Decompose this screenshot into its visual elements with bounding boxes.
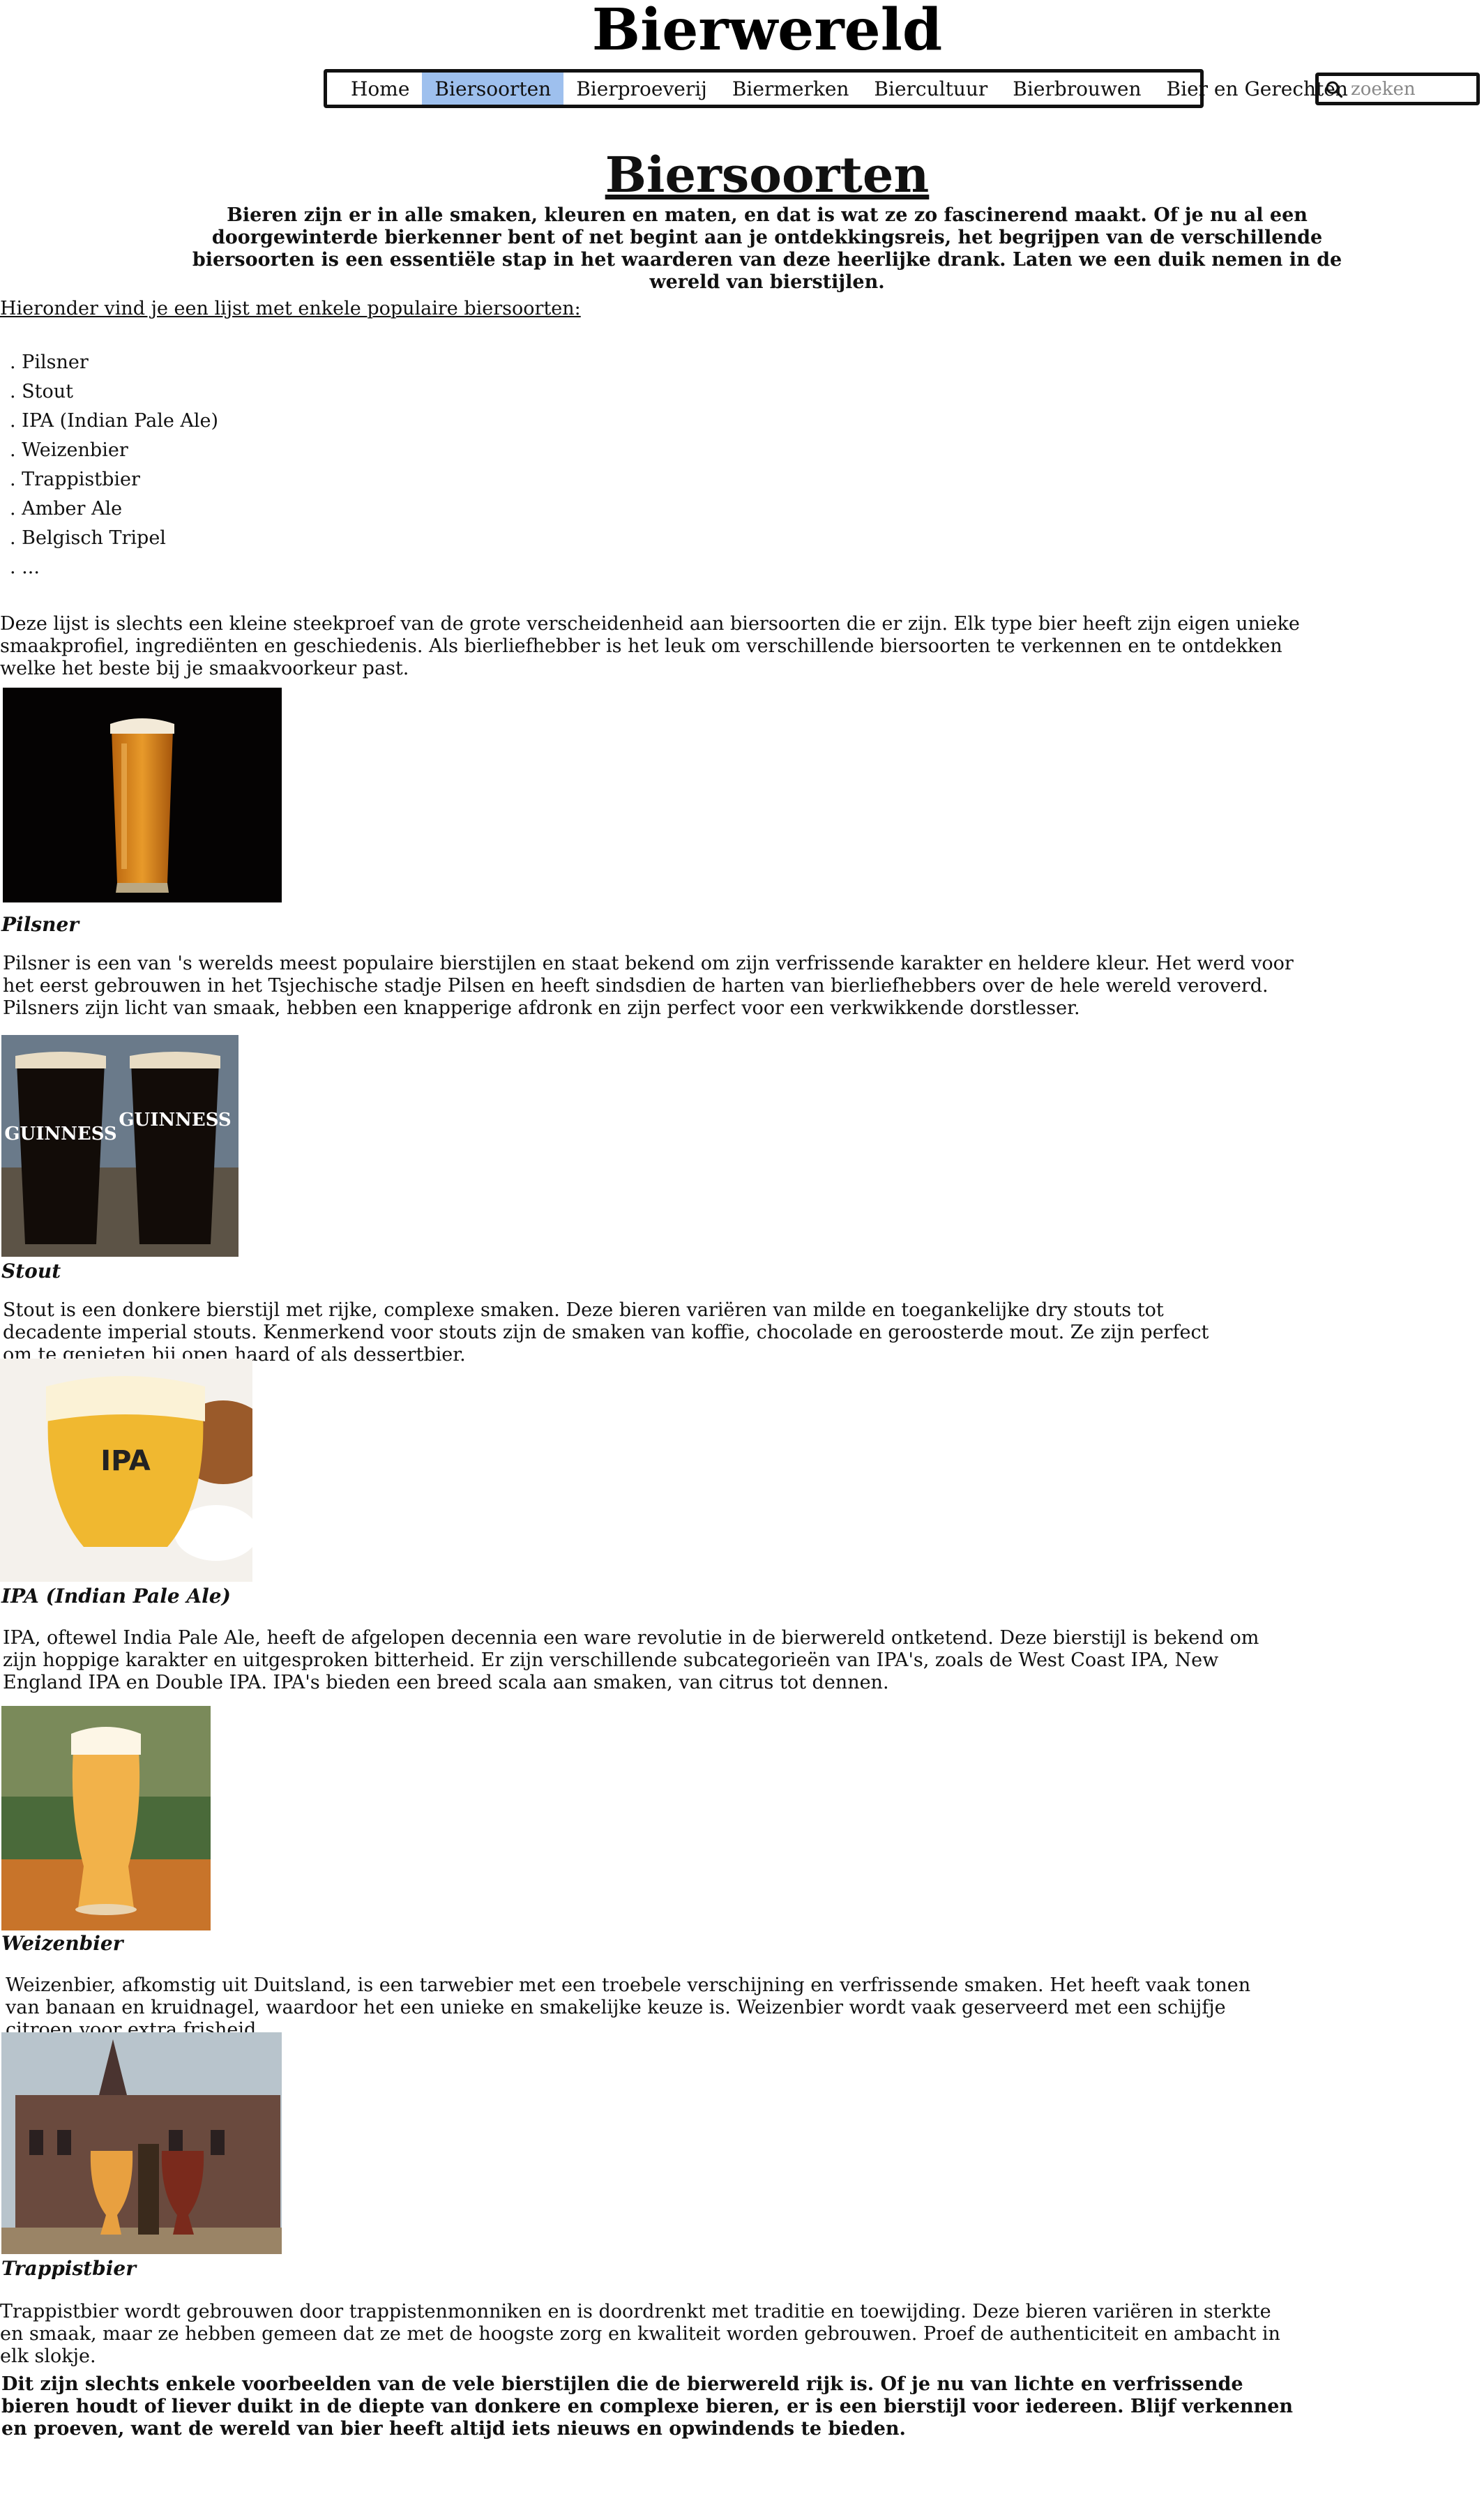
list-heading: Hieronder vind je een lijst met enkele p… [0, 298, 581, 319]
list-item: . Amber Ale [10, 498, 123, 520]
list-item: . Belgisch Tripel [10, 527, 166, 549]
search-input[interactable] [1349, 77, 1471, 100]
list-item: . Pilsner [10, 352, 89, 373]
search-box[interactable] [1315, 73, 1480, 105]
beer-name: Pilsner [1, 913, 80, 936]
beer-description: IPA, oftewel India Pale Ale, heeft de af… [3, 1627, 1259, 1693]
summary-text: Deze lijst is slechts een kleine steekpr… [0, 613, 1300, 679]
beer-description: Stout is een donkere bierstijl met rijke… [3, 1299, 1209, 1366]
list-item: . Trappistbier [10, 469, 140, 490]
svg-text:GUINNESS: GUINNESS [4, 1124, 116, 1144]
nav-item-biermerken[interactable]: Biermerken [720, 73, 862, 105]
beer-name: Trappistbier [1, 2257, 136, 2280]
nav-item-bierproeverij[interactable]: Bierproeverij [563, 73, 720, 105]
beer-description: Weizenbier, afkomstig uit Duitsland, is … [6, 1974, 1251, 2041]
pilsner-image [3, 688, 282, 902]
beer-description: Trappistbier wordt gebrouwen door trappi… [0, 2301, 1280, 2367]
nav-item-biercultuur[interactable]: Biercultuur [861, 73, 1000, 105]
ipa-image-label: IPA [100, 1445, 151, 1477]
stout-image: GUINNESS GUINNESS [1, 1035, 238, 1257]
list-item: . IPA (Indian Pale Ale) [10, 410, 219, 432]
closing-text: Dit zijn slechts enkele voorbeelden van … [1, 2373, 1294, 2440]
trappistbier-image [1, 2032, 282, 2254]
main-nav: Home Biersoorten Bierproeverij Biermerke… [324, 69, 1348, 108]
page-title: Biersoorten [605, 146, 930, 204]
beer-type-list: . Pilsner . Stout . IPA (Indian Pale Ale… [10, 348, 218, 582]
beer-name: IPA (Indian Pale Ale) [1, 1585, 231, 1608]
weizenbier-image [1, 1706, 211, 1930]
beer-name: Stout [1, 1260, 61, 1283]
beer-description: Pilsner is een van 's werelds meest popu… [3, 953, 1294, 1019]
nav-item-biersoorten[interactable]: Biersoorten [422, 73, 564, 105]
beer-name: Weizenbier [1, 1932, 123, 1955]
nav-item-bierbrouwen[interactable]: Bierbrouwen [1000, 73, 1153, 105]
site-title: Bierwereld [591, 0, 943, 63]
list-item: . Stout [10, 381, 74, 402]
list-item: . Weizenbier [10, 439, 128, 461]
search-icon [1326, 81, 1343, 98]
nav-item-home[interactable]: Home [338, 73, 422, 105]
svg-text:GUINNESS: GUINNESS [119, 1110, 231, 1131]
ipa-image: IPA [0, 1359, 252, 1582]
list-item: . ... [10, 557, 40, 578]
intro-text: Bieren zijn er in alle smaken, kleuren e… [192, 204, 1342, 293]
